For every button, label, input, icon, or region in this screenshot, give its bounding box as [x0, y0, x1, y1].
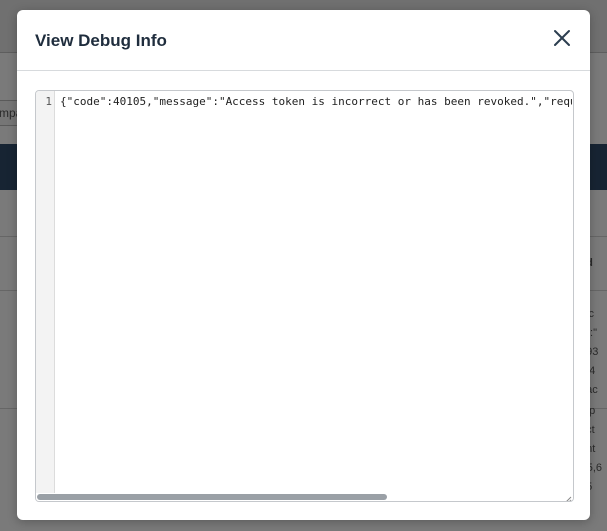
- horizontal-scrollbar[interactable]: [36, 493, 573, 501]
- code-line[interactable]: {"code":40105,"message":"Access token is…: [60, 95, 572, 109]
- debug-info-modal: View Debug Info 1 {"code":40105,"message…: [17, 10, 590, 520]
- line-number-gutter: 1: [36, 91, 55, 501]
- resize-handle-icon[interactable]: [563, 491, 572, 501]
- modal-title: View Debug Info: [35, 31, 167, 50]
- close-icon: [554, 30, 570, 46]
- close-button[interactable]: [550, 26, 574, 50]
- horizontal-scrollbar-thumb[interactable]: [37, 494, 387, 500]
- code-content[interactable]: {"code":40105,"message":"Access token is…: [60, 95, 572, 485]
- debug-code-editor[interactable]: 1 {"code":40105,"message":"Access token …: [35, 90, 574, 502]
- line-number: 1: [45, 95, 52, 108]
- modal-header: View Debug Info: [17, 10, 590, 71]
